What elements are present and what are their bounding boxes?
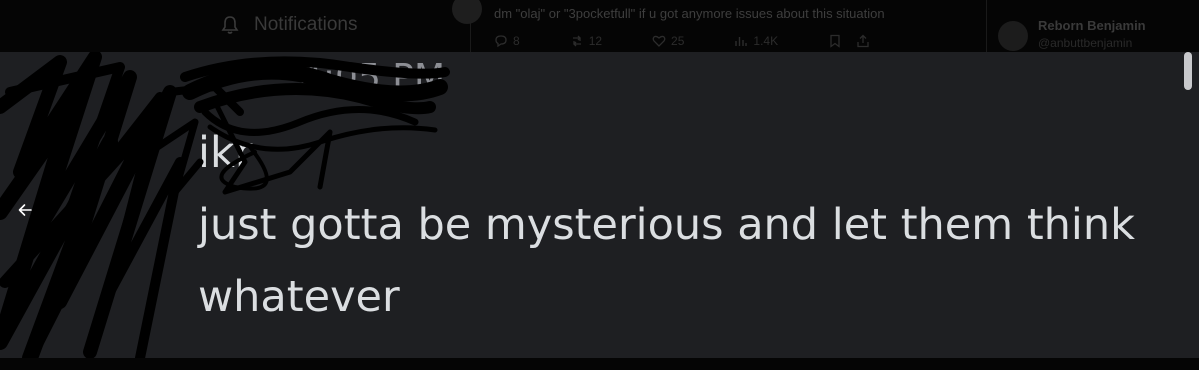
bookmark-icon — [828, 34, 842, 48]
repost-icon — [570, 34, 584, 48]
image-viewer: 4:05 PM ikr just gotta be mysterious and… — [0, 52, 1199, 358]
like-count: 25 — [671, 34, 685, 48]
reply-button[interactable]: 8 — [494, 34, 520, 48]
background-feed: Notifications dm "olaj" or "3pocketfull"… — [0, 0, 1199, 52]
reply-count: 8 — [513, 34, 520, 48]
message-line: whatever — [198, 272, 400, 322]
share-icon — [856, 34, 870, 48]
like-icon — [652, 34, 666, 48]
repost-button[interactable]: 12 — [570, 34, 602, 48]
profile-avatar[interactable] — [998, 21, 1028, 51]
scrollbar[interactable] — [1182, 52, 1194, 358]
screenshot: Notifications dm "olaj" or "3pocketfull"… — [0, 0, 1199, 370]
profile-name[interactable]: Reborn Benjamin — [1038, 18, 1146, 33]
arrow-left-icon — [17, 202, 33, 218]
repost-count: 12 — [588, 34, 603, 48]
post-actions: 8 12 25 1.4K — [494, 34, 884, 48]
share-button[interactable] — [856, 34, 870, 48]
nav-notifications-label: Notifications — [254, 14, 358, 35]
feed-divider — [986, 0, 987, 52]
views-count: 1.4K — [753, 34, 779, 48]
nav-notifications[interactable]: Notifications — [220, 14, 358, 36]
back-button[interactable] — [8, 193, 42, 227]
views-button[interactable]: 1.4K — [734, 34, 778, 48]
bottom-strip — [0, 358, 1199, 370]
bell-icon — [220, 15, 240, 35]
post-text: dm "olaj" or "3pocketfull" if u got anym… — [494, 6, 885, 21]
reply-icon — [494, 34, 508, 48]
views-icon — [734, 34, 748, 48]
message-line: ikr — [198, 128, 253, 178]
bookmark-button[interactable] — [828, 34, 842, 48]
message-line: just gotta be mysterious and let them th… — [198, 200, 1136, 250]
message-timestamp: 4:05 PM — [300, 57, 446, 98]
scrollbar-thumb[interactable] — [1184, 52, 1192, 90]
profile-handle: @anbuttbenjamin — [1038, 36, 1133, 50]
like-button[interactable]: 25 — [652, 34, 684, 48]
avatar[interactable] — [452, 0, 482, 24]
